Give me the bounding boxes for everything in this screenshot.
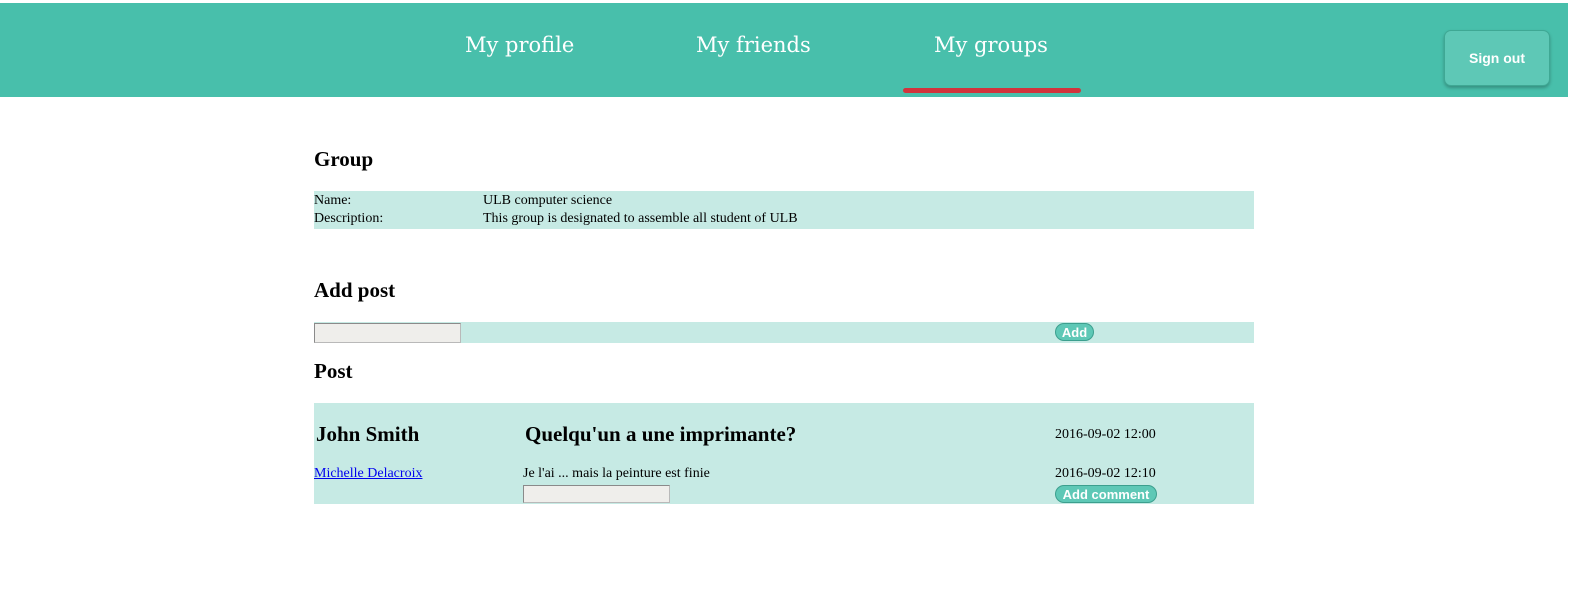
nav-my-friends[interactable]: My friends [696,33,811,57]
add-post-heading: Add post [314,278,396,302]
posts-heading: Post [314,359,353,383]
post-title: Quelqu'un a une imprimante? [525,422,797,446]
comment-input[interactable] [523,485,670,503]
group-description-value: This group is designated to assemble all… [483,211,798,226]
group-heading: Group [314,147,374,171]
comment-author-link[interactable]: Michelle Delacroix [314,466,422,482]
top-nav: My profile My friends My groups [0,3,1568,97]
new-post-input[interactable] [314,323,461,343]
group-info-panel: Name: ULB computer science Description: … [314,191,1254,229]
add-post-button[interactable]: Add [1055,323,1094,341]
group-description-label: Description: [314,211,384,226]
group-name-value: ULB computer science [483,193,613,208]
comment-text: Je l'ai ... mais la peinture est finie [523,466,710,481]
nav-my-profile[interactable]: My profile [465,33,574,57]
add-comment-button[interactable]: Add comment [1055,485,1157,503]
add-post-panel: Add [314,322,1254,343]
post-author: John Smith [316,422,420,446]
post-timestamp: 2016-09-02 12:00 [1055,427,1156,442]
comment-timestamp: 2016-09-02 12:10 [1055,466,1156,481]
nav-my-groups[interactable]: My groups [934,33,1048,57]
group-name-label: Name: [314,193,352,208]
sign-out-button[interactable]: Sign out [1444,30,1550,86]
active-tab-indicator [903,88,1081,93]
post-item: John Smith Quelqu'un a une imprimante? 2… [314,403,1254,504]
